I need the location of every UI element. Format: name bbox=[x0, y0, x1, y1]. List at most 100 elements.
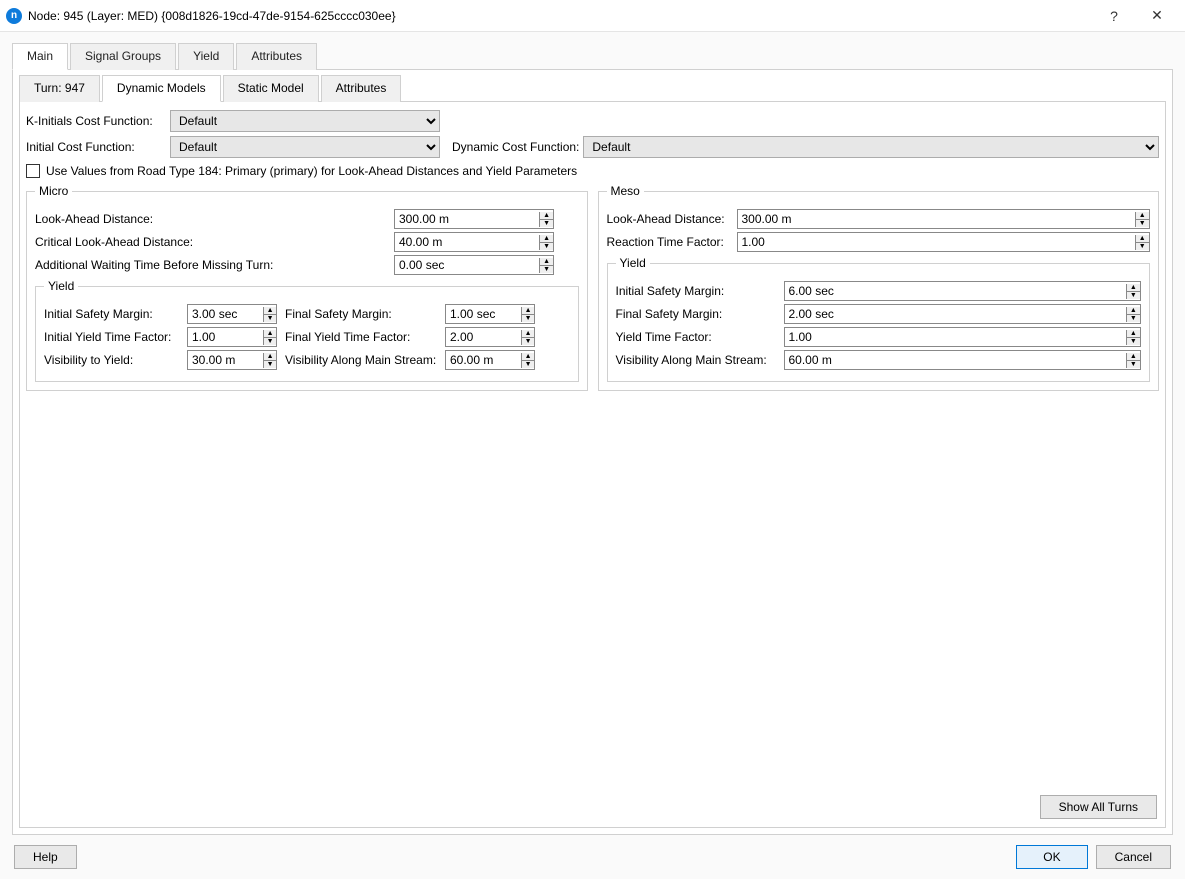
spinner-arrows-icon[interactable]: ▲▼ bbox=[521, 353, 534, 368]
tab-yield[interactable]: Yield bbox=[178, 43, 234, 70]
meso-yield-group: Yield Initial Safety Margin: ▲▼ Final Sa… bbox=[607, 256, 1151, 382]
meso-init-safety-input[interactable] bbox=[785, 282, 1126, 300]
micro-final-safety-spin[interactable]: ▲▼ bbox=[445, 304, 535, 324]
micro-group: Micro Look-Ahead Distance: ▲▼ Critical bbox=[26, 184, 588, 391]
dynamic-models-panel: K-Initials Cost Function: Default Initia… bbox=[19, 101, 1166, 828]
micro-vis-main-input[interactable] bbox=[446, 351, 521, 369]
content-area: Main Signal Groups Yield Attributes Turn… bbox=[0, 32, 1185, 879]
dialog-footer: Help OK Cancel bbox=[12, 835, 1173, 869]
spinner-arrows-icon[interactable]: ▲▼ bbox=[1126, 353, 1140, 368]
k-initials-cost-combo[interactable]: Default bbox=[170, 110, 440, 132]
dynamic-cost-combo[interactable]: Default bbox=[583, 136, 1159, 158]
meso-init-safety-label: Initial Safety Margin: bbox=[616, 284, 784, 298]
micro-critical-input[interactable] bbox=[395, 233, 539, 251]
meso-look-ahead-input[interactable] bbox=[738, 210, 1135, 228]
micro-vis-main-spin[interactable]: ▲▼ bbox=[445, 350, 535, 370]
micro-vis-main-label: Visibility Along Main Stream: bbox=[277, 353, 445, 367]
micro-final-ytf-spin[interactable]: ▲▼ bbox=[445, 327, 535, 347]
spinner-arrows-icon[interactable]: ▲▼ bbox=[521, 330, 534, 345]
micro-final-ytf-input[interactable] bbox=[446, 328, 521, 346]
meso-look-ahead-label: Look-Ahead Distance: bbox=[607, 212, 737, 226]
micro-critical-label: Critical Look-Ahead Distance: bbox=[35, 235, 390, 249]
meso-reaction-spin[interactable]: ▲▼ bbox=[737, 232, 1151, 252]
show-all-turns-button[interactable]: Show All Turns bbox=[1040, 795, 1157, 819]
use-values-checkbox[interactable] bbox=[26, 164, 40, 178]
subtab-dynamic-models[interactable]: Dynamic Models bbox=[102, 75, 221, 102]
micro-init-safety-spin[interactable]: ▲▼ bbox=[187, 304, 277, 324]
help-icon[interactable]: ? bbox=[1099, 1, 1129, 31]
micro-yield-group: Yield Initial Safety Margin: ▲▼ Final Sa… bbox=[35, 279, 579, 382]
initial-cost-combo[interactable]: Default bbox=[170, 136, 440, 158]
micro-yield-legend: Yield bbox=[44, 279, 78, 293]
subtab-turn[interactable]: Turn: 947 bbox=[19, 75, 100, 102]
meso-final-safety-input[interactable] bbox=[785, 305, 1126, 323]
spinner-arrows-icon[interactable]: ▲▼ bbox=[539, 258, 553, 273]
micro-init-ytf-spin[interactable]: ▲▼ bbox=[187, 327, 277, 347]
meso-vis-main-spin[interactable]: ▲▼ bbox=[784, 350, 1142, 370]
spinner-arrows-icon[interactable]: ▲▼ bbox=[1135, 235, 1150, 250]
micro-vis-yield-label: Visibility to Yield: bbox=[44, 353, 187, 367]
micro-wait-spin[interactable]: ▲▼ bbox=[394, 255, 554, 275]
titlebar: n Node: 945 (Layer: MED) {008d1826-19cd-… bbox=[0, 0, 1185, 32]
micro-init-safety-input[interactable] bbox=[188, 305, 263, 323]
micro-vis-yield-input[interactable] bbox=[188, 351, 263, 369]
initial-cost-label: Initial Cost Function: bbox=[26, 140, 166, 154]
meso-vis-main-input[interactable] bbox=[785, 351, 1126, 369]
micro-final-ytf-label: Final Yield Time Factor: bbox=[277, 330, 445, 344]
main-tabs: Main Signal Groups Yield Attributes bbox=[12, 42, 1173, 69]
close-icon[interactable]: ✕ bbox=[1135, 1, 1179, 31]
micro-vis-yield-spin[interactable]: ▲▼ bbox=[187, 350, 277, 370]
meso-ytf-input[interactable] bbox=[785, 328, 1126, 346]
spinner-arrows-icon[interactable]: ▲▼ bbox=[1126, 330, 1140, 345]
meso-ytf-spin[interactable]: ▲▼ bbox=[784, 327, 1142, 347]
spinner-arrows-icon[interactable]: ▲▼ bbox=[1126, 307, 1140, 322]
meso-final-safety-label: Final Safety Margin: bbox=[616, 307, 784, 321]
spinner-arrows-icon[interactable]: ▲▼ bbox=[1126, 284, 1140, 299]
cancel-button[interactable]: Cancel bbox=[1096, 845, 1171, 869]
micro-init-ytf-label: Initial Yield Time Factor: bbox=[44, 330, 187, 344]
tab-main[interactable]: Main bbox=[12, 43, 68, 70]
meso-reaction-input[interactable] bbox=[738, 233, 1135, 251]
meso-final-safety-spin[interactable]: ▲▼ bbox=[784, 304, 1142, 324]
spinner-arrows-icon[interactable]: ▲▼ bbox=[263, 353, 276, 368]
meso-group: Meso Look-Ahead Distance: ▲▼ Reaction bbox=[598, 184, 1160, 391]
sub-tabs: Turn: 947 Dynamic Models Static Model At… bbox=[13, 74, 1172, 101]
tab-signal-groups[interactable]: Signal Groups bbox=[70, 43, 176, 70]
meso-vis-main-label: Visibility Along Main Stream: bbox=[616, 353, 784, 367]
help-button[interactable]: Help bbox=[14, 845, 77, 869]
micro-init-ytf-input[interactable] bbox=[188, 328, 263, 346]
meso-yield-legend: Yield bbox=[616, 256, 650, 270]
micro-legend: Micro bbox=[35, 184, 72, 198]
spinner-arrows-icon[interactable]: ▲▼ bbox=[263, 307, 276, 322]
meso-reaction-label: Reaction Time Factor: bbox=[607, 235, 737, 249]
micro-wait-input[interactable] bbox=[395, 256, 539, 274]
node-editor-window: n Node: 945 (Layer: MED) {008d1826-19cd-… bbox=[0, 0, 1185, 879]
micro-init-safety-label: Initial Safety Margin: bbox=[44, 307, 187, 321]
micro-look-ahead-label: Look-Ahead Distance: bbox=[35, 212, 390, 226]
k-initials-cost-label: K-Initials Cost Function: bbox=[26, 114, 166, 128]
meso-ytf-label: Yield Time Factor: bbox=[616, 330, 784, 344]
micro-wait-label: Additional Waiting Time Before Missing T… bbox=[35, 258, 390, 272]
micro-final-safety-input[interactable] bbox=[446, 305, 521, 323]
subtab-static-model[interactable]: Static Model bbox=[223, 75, 319, 102]
spinner-arrows-icon[interactable]: ▲▼ bbox=[539, 212, 553, 227]
micro-final-safety-label: Final Safety Margin: bbox=[277, 307, 445, 321]
window-title: Node: 945 (Layer: MED) {008d1826-19cd-47… bbox=[28, 9, 1093, 23]
micro-critical-spin[interactable]: ▲▼ bbox=[394, 232, 554, 252]
spinner-arrows-icon[interactable]: ▲▼ bbox=[1135, 212, 1150, 227]
micro-look-ahead-input[interactable] bbox=[395, 210, 539, 228]
app-icon: n bbox=[6, 8, 22, 24]
meso-look-ahead-spin[interactable]: ▲▼ bbox=[737, 209, 1151, 229]
use-values-label: Use Values from Road Type 184: Primary (… bbox=[46, 164, 577, 178]
meso-legend: Meso bbox=[607, 184, 644, 198]
spinner-arrows-icon[interactable]: ▲▼ bbox=[263, 330, 276, 345]
spinner-arrows-icon[interactable]: ▲▼ bbox=[521, 307, 534, 322]
main-tab-body: Turn: 947 Dynamic Models Static Model At… bbox=[12, 69, 1173, 835]
micro-look-ahead-spin[interactable]: ▲▼ bbox=[394, 209, 554, 229]
meso-init-safety-spin[interactable]: ▲▼ bbox=[784, 281, 1142, 301]
spinner-arrows-icon[interactable]: ▲▼ bbox=[539, 235, 553, 250]
subtab-attributes[interactable]: Attributes bbox=[321, 75, 402, 102]
ok-button[interactable]: OK bbox=[1016, 845, 1087, 869]
dynamic-cost-label: Dynamic Cost Function: bbox=[452, 140, 579, 154]
tab-attributes[interactable]: Attributes bbox=[236, 43, 317, 70]
